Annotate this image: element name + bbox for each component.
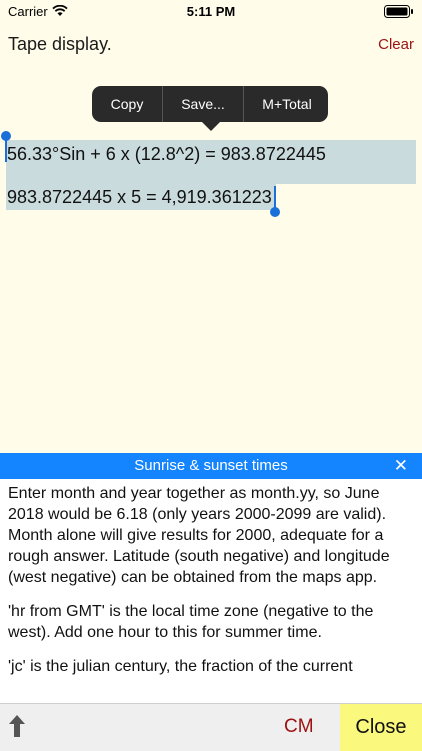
tape-line[interactable]: 56.33°Sin + 6 x (12.8^2) = 983.8722445 bbox=[7, 144, 326, 165]
up-arrow-icon[interactable] bbox=[8, 714, 26, 738]
tape-title: Tape display. bbox=[8, 34, 112, 54]
edit-context-menu: Copy Save... M+Total bbox=[92, 86, 328, 122]
tape-header: Tape display. Clear bbox=[0, 24, 422, 68]
help-paragraph: 'jc' is the julian century, the fraction… bbox=[8, 658, 353, 675]
help-title: Sunrise & sunset times bbox=[134, 457, 288, 474]
status-time: 5:11 PM bbox=[186, 4, 236, 19]
help-text-area[interactable]: Enter month and year together as month.y… bbox=[0, 479, 422, 703]
cm-button[interactable]: CM bbox=[284, 716, 314, 738]
close-icon[interactable]: ✕ bbox=[394, 456, 408, 476]
context-menu-pointer bbox=[202, 122, 220, 131]
close-button[interactable]: Close bbox=[340, 704, 422, 751]
bottom-toolbar: CM Close bbox=[0, 703, 422, 751]
save-menu-item[interactable]: Save... bbox=[163, 86, 244, 122]
selection-end-handle[interactable] bbox=[270, 207, 280, 217]
help-header: Sunrise & sunset times ✕ bbox=[0, 453, 422, 479]
status-bar: Carrier 5:11 PM bbox=[0, 0, 422, 24]
copy-menu-item[interactable]: Copy bbox=[92, 86, 163, 122]
clear-button[interactable]: Clear bbox=[378, 36, 414, 53]
help-paragraph: Enter month and year together as month.y… bbox=[8, 485, 390, 586]
selection-start-caret bbox=[5, 138, 7, 162]
tape-line[interactable]: 983.8722445 x 5 = 4,919.361223 bbox=[7, 187, 272, 208]
battery-icon bbox=[384, 5, 413, 18]
m-plus-total-menu-item[interactable]: M+Total bbox=[244, 86, 330, 122]
help-paragraph: 'hr from GMT' is the local time zone (ne… bbox=[8, 603, 374, 641]
